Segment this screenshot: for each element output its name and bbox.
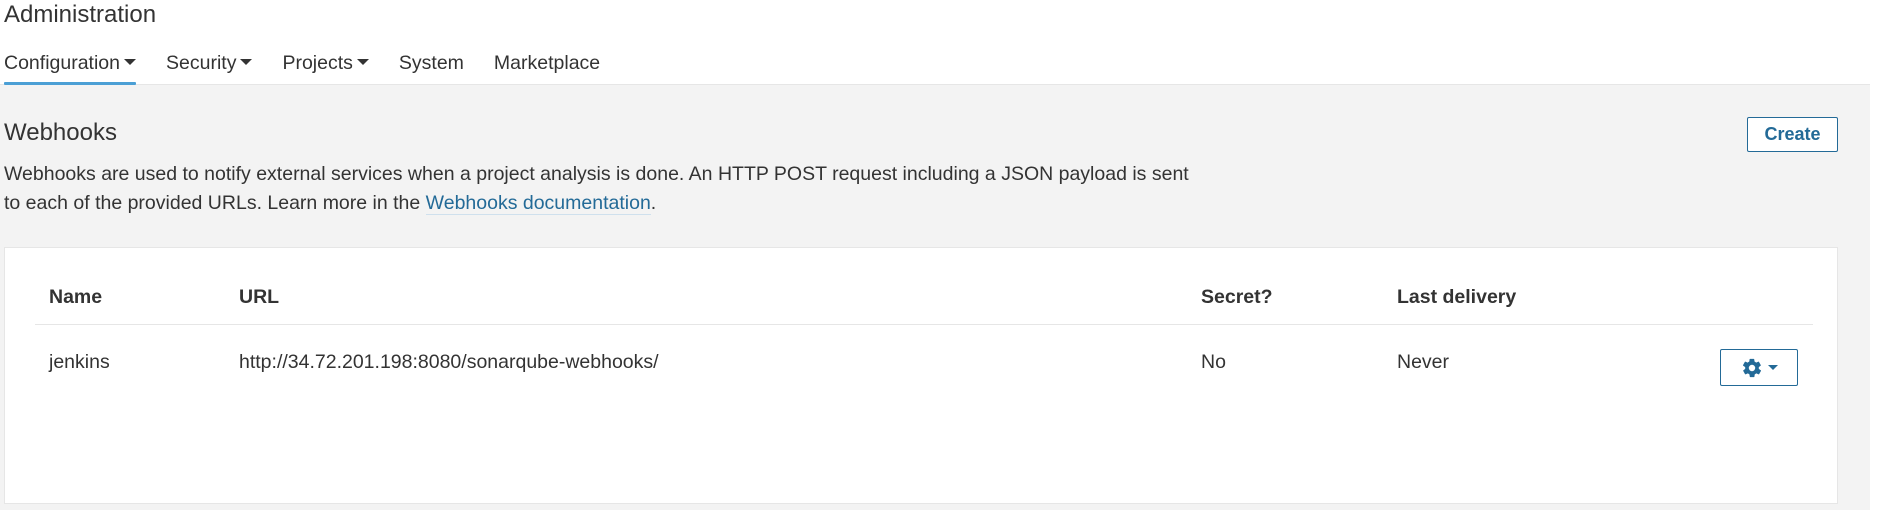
nav-system-label: System xyxy=(398,52,464,74)
table-row: jenkins http://34.72.201.198:8080/sonarq… xyxy=(35,325,1813,406)
nav-security[interactable]: Security xyxy=(166,52,253,85)
webhook-last-delivery: Never xyxy=(1397,351,1450,373)
nav-marketplace-label: Marketplace xyxy=(493,52,601,74)
nav-system[interactable]: System xyxy=(399,52,464,85)
column-header-url: URL xyxy=(239,286,280,308)
nav-projects-label: Projects xyxy=(282,52,353,74)
webhook-actions-button[interactable] xyxy=(1720,349,1798,386)
webhooks-documentation-link[interactable]: Webhooks documentation xyxy=(425,192,651,215)
webhook-name: jenkins xyxy=(49,351,110,373)
page-title: Administration xyxy=(4,1,157,28)
section-title: Webhooks xyxy=(4,119,117,146)
column-header-secret: Secret? xyxy=(1201,286,1273,308)
caret-down-icon xyxy=(240,58,253,65)
create-webhook-button[interactable]: Create xyxy=(1747,117,1838,152)
nav-configuration-label: Configuration xyxy=(4,52,120,74)
table-header: Name URL Secret? Last delivery xyxy=(35,248,1813,325)
caret-down-icon xyxy=(356,58,369,65)
caret-down-icon xyxy=(124,58,136,65)
chevron-down-icon xyxy=(1767,365,1778,370)
webhooks-table-card: Name URL Secret? Last delivery jenkins h… xyxy=(4,247,1838,504)
nav-projects[interactable]: Projects xyxy=(282,52,369,85)
page-header: Administration Configuration Security Pr… xyxy=(0,0,1870,85)
webhooks-description: Webhooks are used to notify external ser… xyxy=(4,160,1204,218)
column-header-last-delivery: Last delivery xyxy=(1397,286,1517,308)
nav-security-label: Security xyxy=(166,52,237,74)
webhook-url: http://34.72.201.198:8080/sonarqube-webh… xyxy=(239,351,659,373)
gear-icon xyxy=(1742,358,1761,377)
webhook-secret: No xyxy=(1201,351,1226,373)
column-header-name: Name xyxy=(49,286,103,308)
admin-nav: Configuration Security Projects System M… xyxy=(4,52,630,85)
nav-marketplace[interactable]: Marketplace xyxy=(494,52,600,85)
nav-configuration[interactable]: Configuration xyxy=(4,52,136,85)
description-end: . xyxy=(650,192,657,214)
webhooks-page: Webhooks Create Webhooks are used to not… xyxy=(0,85,1870,510)
